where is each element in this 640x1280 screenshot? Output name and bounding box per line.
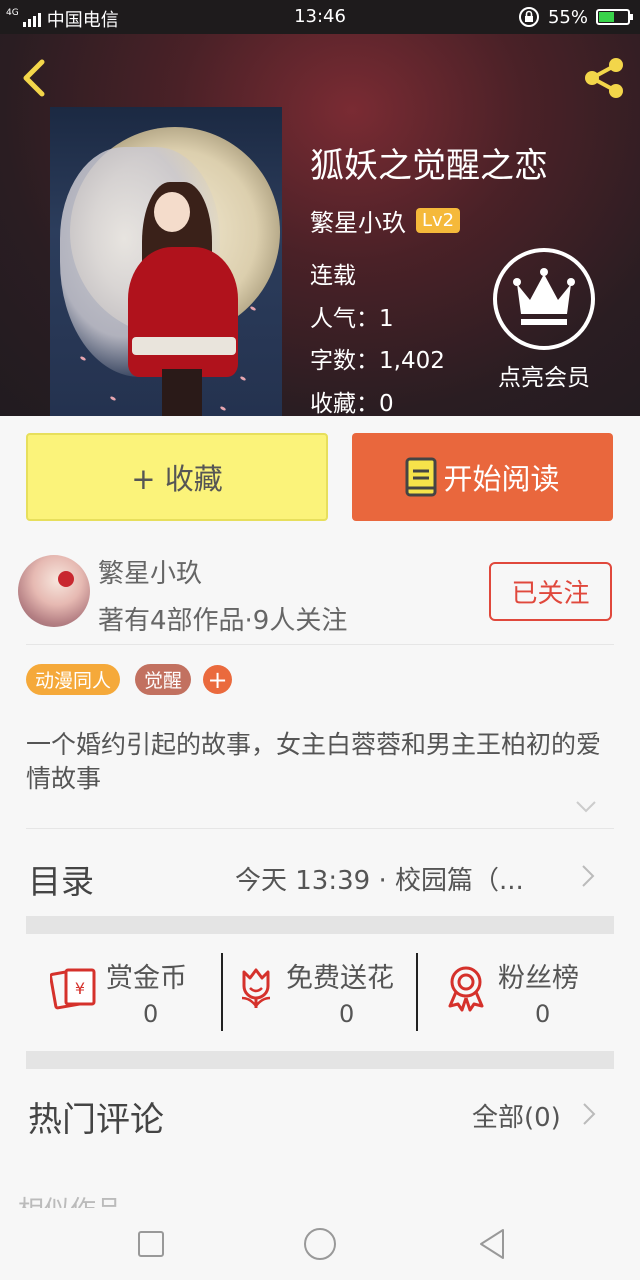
section-separator (26, 916, 614, 934)
latest-chapter: 今天 13:39 · 校园篇（... (235, 866, 524, 896)
crown-icon (513, 268, 575, 325)
cover-character-dress (128, 247, 238, 377)
cover-petal (239, 375, 247, 382)
cover-character-face (154, 192, 190, 232)
home-icon[interactable] (303, 1227, 337, 1261)
author-card-meta: 著有4部作品·9人关注 (98, 606, 348, 636)
start-reading-button[interactable]: 开始阅读 (352, 433, 613, 521)
cover-petal (109, 395, 117, 402)
chevron-down-icon[interactable] (575, 800, 597, 814)
cover-petal (219, 405, 227, 412)
vip-label[interactable]: 点亮会员 (480, 358, 608, 392)
all-comments-label: 全部(0) (472, 1103, 561, 1133)
book-word-count: 字数：1,402 (310, 348, 445, 374)
similar-works-title: 相似作品 (18, 1190, 122, 1208)
chevron-right-icon (582, 865, 595, 887)
flower-icon (241, 968, 271, 1009)
fan-ranking[interactable]: 粉丝榜 0 (440, 950, 620, 1034)
recent-apps-icon[interactable] (137, 1230, 165, 1258)
vip-button[interactable] (493, 248, 595, 350)
follow-button[interactable]: 已关注 (489, 562, 612, 621)
book-cover-image[interactable] (50, 107, 282, 416)
share-icon[interactable] (580, 54, 628, 102)
author-level-badge: Lv2 (416, 208, 461, 233)
free-flowers-value: 0 (339, 1000, 355, 1028)
collect-button[interactable]: + 收藏 (26, 433, 328, 521)
red-envelope-icon: ¥ (50, 968, 96, 1010)
chevron-right-icon (583, 1103, 596, 1125)
avatar-flower (58, 571, 74, 587)
add-tag-button[interactable]: + (203, 665, 232, 694)
battery-icon (596, 9, 633, 25)
free-flowers-label: 免费送花 (286, 963, 394, 994)
reward-coins-value: 0 (143, 1000, 159, 1028)
svg-text:¥: ¥ (75, 979, 85, 998)
stat-divider (221, 953, 223, 1031)
status-bar: 4G 中国电信 13:46 55% (0, 0, 640, 34)
back-arrow-icon[interactable] (18, 58, 50, 98)
free-flowers[interactable]: 免费送花 0 (234, 950, 414, 1034)
rotation-lock-icon (518, 7, 539, 27)
cover-petal (249, 305, 257, 312)
book-popularity: 人气：1 (310, 306, 394, 332)
book-icon (405, 457, 437, 497)
back-icon[interactable] (477, 1228, 507, 1260)
section-separator (26, 1051, 614, 1069)
tag-anime-fanfic[interactable]: 动漫同人 (26, 664, 121, 695)
book-status: 连载 (310, 263, 356, 289)
cover-petal (79, 355, 87, 362)
cover-character-legs (162, 369, 202, 416)
author-avatar[interactable] (18, 555, 90, 627)
hot-comments-title: 热门评论 (28, 1100, 164, 1140)
cover-character-trim (132, 337, 236, 355)
fan-ranking-label: 粉丝榜 (498, 963, 579, 994)
start-reading-label: 开始阅读 (443, 462, 560, 496)
book-title: 狐妖之觉醒之恋 (310, 146, 548, 186)
divider (26, 644, 614, 645)
fan-ranking-value: 0 (535, 1000, 551, 1028)
tag-awakening[interactable]: 觉醒 (135, 664, 192, 695)
divider (26, 828, 614, 829)
book-favorites: 收藏：0 (310, 391, 394, 417)
book-author-name[interactable]: 繁星小玖 (310, 203, 406, 238)
book-author-row[interactable]: 繁星小玖 Lv2 (310, 203, 461, 238)
toc-label: 目录 (28, 862, 94, 901)
book-description: 一个婚约引起的故事，女主白蓉蓉和男主王柏初的爱情故事 (26, 730, 602, 793)
author-card-name[interactable]: 繁星小玖 (98, 553, 202, 590)
reward-coins[interactable]: ¥ 赏金币 0 (48, 950, 220, 1034)
battery-percent: 55% (547, 6, 588, 28)
system-nav-bar (0, 1208, 640, 1280)
stat-divider (416, 953, 418, 1031)
reward-coins-label: 赏金币 (106, 963, 187, 994)
medal-icon (448, 966, 484, 1012)
